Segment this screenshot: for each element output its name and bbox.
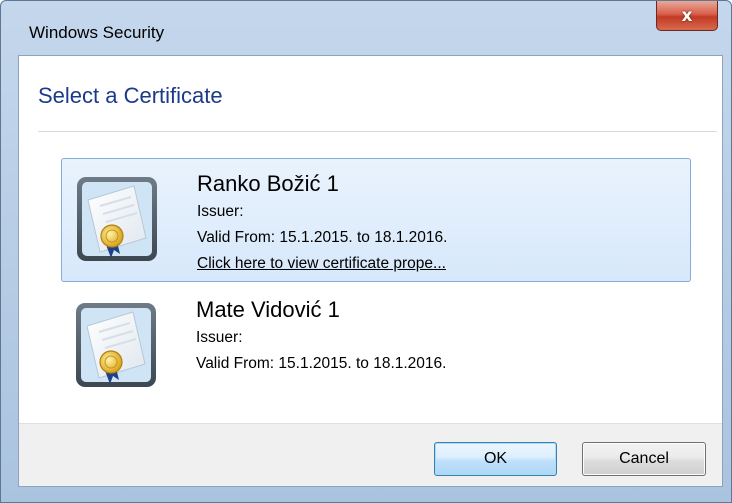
- certificate-icon: [76, 303, 156, 387]
- certificate-item-mate-vidovic[interactable]: Mate Vidović 1 Issuer: Valid From: 15.1.…: [61, 285, 691, 409]
- window-title: Windows Security: [29, 23, 165, 42]
- close-icon: x: [681, 5, 693, 26]
- certificate-validity: Valid From: 15.1.2015. to 18.1.2016.: [197, 229, 448, 246]
- dialog-content: Select a Certificate Ranko Božić 1 Issue…: [18, 55, 723, 487]
- certificate-validity: Valid From: 15.1.2015. to 18.1.2016.: [196, 355, 447, 372]
- certificate-issuer: Issuer:: [196, 329, 243, 346]
- view-certificate-properties-link[interactable]: Click here to view certificate prope...: [197, 255, 447, 273]
- dialog-heading: Select a Certificate: [38, 83, 223, 108]
- certificate-name: Ranko Božić 1: [197, 171, 339, 196]
- certificate-icon: [77, 177, 157, 261]
- certificate-details: Mate Vidović 1 Issuer: Valid From: 15.1.…: [196, 297, 446, 381]
- certificate-item-ranko-bozic[interactable]: Ranko Božić 1 Issuer: Valid From: 15.1.2…: [61, 158, 691, 282]
- certificate-details: Ranko Božić 1 Issuer: Valid From: 15.1.2…: [197, 171, 447, 273]
- ok-button[interactable]: OK: [434, 442, 557, 476]
- button-bar: OK Cancel: [19, 423, 722, 486]
- certificate-name: Mate Vidović 1: [196, 297, 340, 322]
- title-bar[interactable]: Windows Security x: [1, 1, 731, 55]
- certificate-issuer: Issuer:: [197, 203, 244, 220]
- close-button[interactable]: x: [656, 1, 718, 31]
- cancel-button[interactable]: Cancel: [582, 442, 706, 476]
- heading-divider: [38, 131, 717, 132]
- dialog-window: Windows Security x Select a Certificate: [0, 0, 732, 503]
